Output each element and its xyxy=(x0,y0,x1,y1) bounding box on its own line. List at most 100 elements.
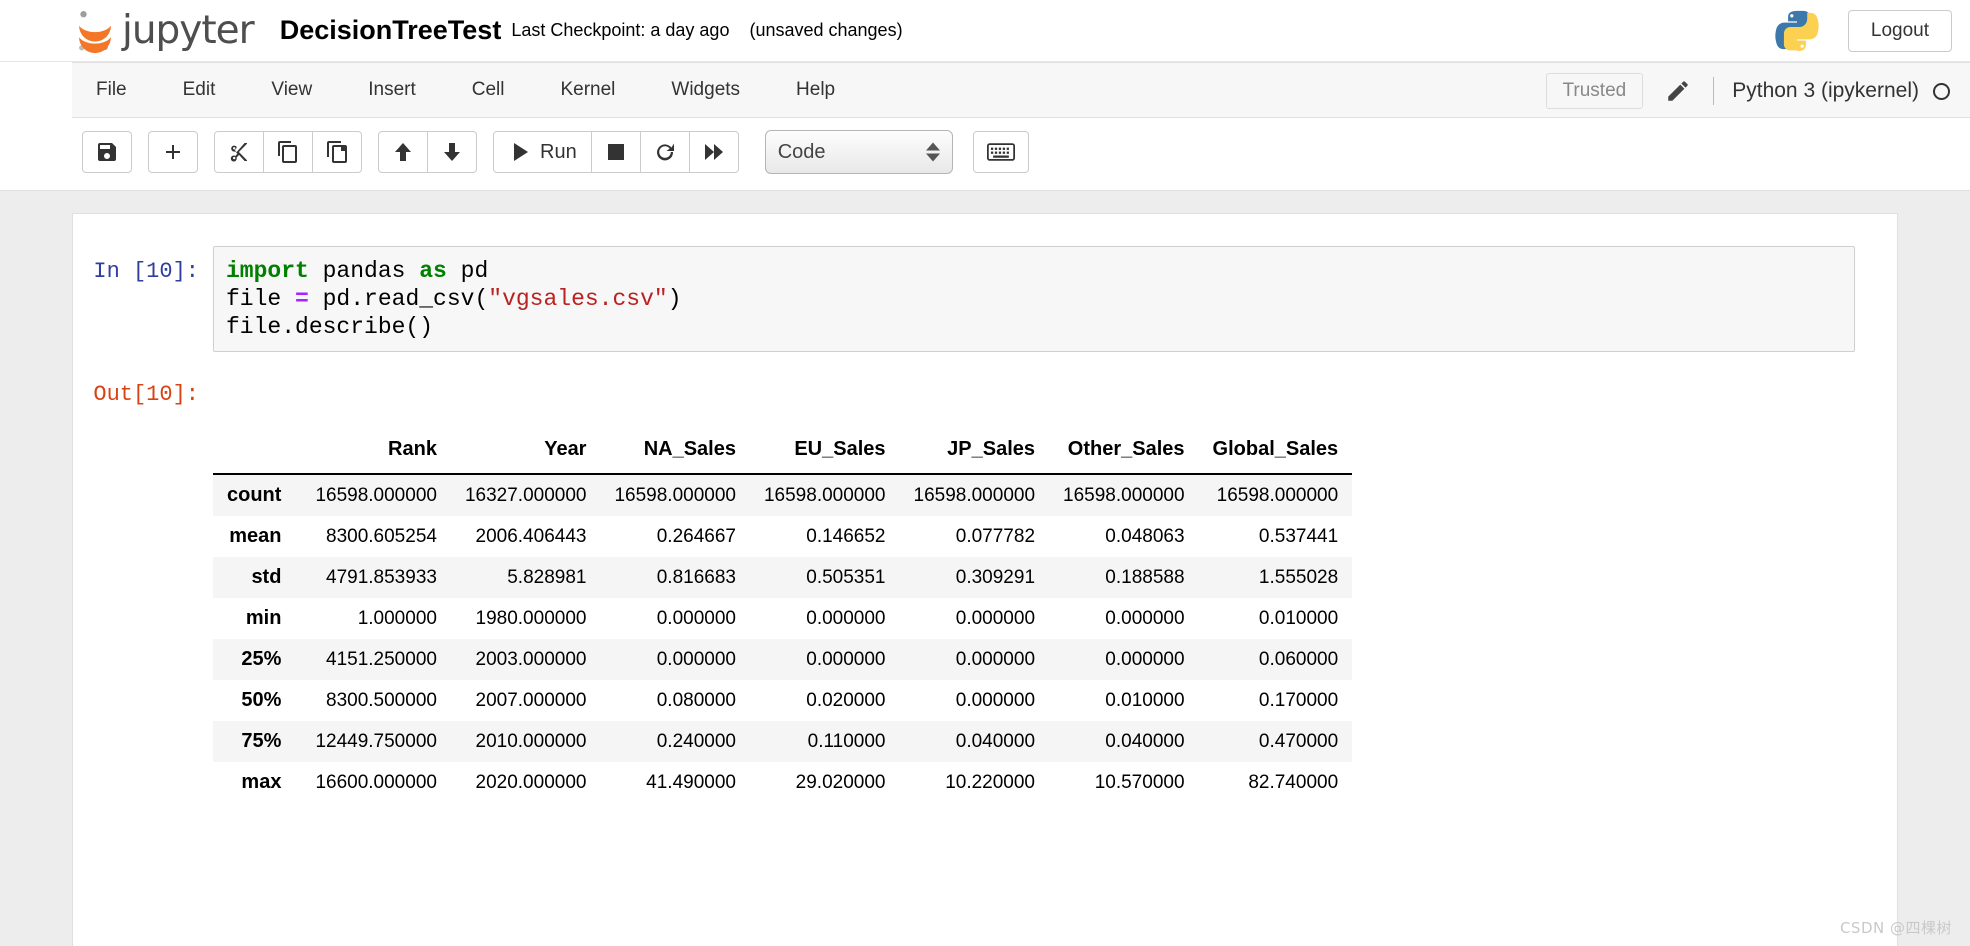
paste-icon xyxy=(327,141,347,163)
jupyter-wordmark: jupyter xyxy=(122,8,255,53)
insert-cell-below-button[interactable] xyxy=(148,131,198,173)
notebook-background: In [10]: import pandas as pd file = pd.r… xyxy=(0,191,1970,946)
cell: 16598.000000 xyxy=(913,484,1036,506)
cell-type-value: Code xyxy=(777,140,826,163)
cell: 10.220000 xyxy=(945,771,1036,793)
cell: 0.010000 xyxy=(1105,689,1185,711)
row-label: min xyxy=(245,607,282,630)
cut-cell-button[interactable] xyxy=(214,131,264,173)
toolbar-group-move xyxy=(378,131,477,173)
cell: 1980.000000 xyxy=(475,607,587,629)
cell: 5.828981 xyxy=(507,566,587,588)
table-corner-header xyxy=(213,429,296,476)
cell: 0.020000 xyxy=(806,689,886,711)
row-label: max xyxy=(241,771,282,794)
header-right-controls: Logout xyxy=(1774,0,1952,62)
cell: 0.537441 xyxy=(1258,525,1339,547)
restart-circular-arrow-icon xyxy=(656,143,674,161)
cell: 29.020000 xyxy=(795,771,886,793)
table-row: min 1.000000 1980.000000 0.000000 0.0000… xyxy=(213,598,1353,640)
cell: 0.816683 xyxy=(656,566,736,588)
cell: 41.490000 xyxy=(646,771,736,793)
menu-file[interactable]: File xyxy=(72,62,155,118)
cell: 0.470000 xyxy=(1258,730,1339,752)
column-header-na-sales: NA_Sales xyxy=(600,429,750,476)
table-row: std 4791.853933 5.828981 0.816683 0.5053… xyxy=(213,557,1353,599)
code-cell[interactable]: In [10]: import pandas as pd file = pd.r… xyxy=(73,246,1897,353)
row-label: std xyxy=(251,566,282,589)
arrow-down-icon xyxy=(444,143,460,161)
jupyter-logo-icon xyxy=(79,10,111,53)
row-label: 75% xyxy=(241,730,282,753)
table-header-row: Rank Year NA_Sales EU_Sales JP_Sales Oth… xyxy=(213,429,1353,476)
cell: 0.000000 xyxy=(806,648,886,670)
cell: 0.040000 xyxy=(1105,730,1185,752)
cell: 0.000000 xyxy=(955,607,1036,629)
save-button[interactable] xyxy=(82,131,132,173)
chevron-updown-icon xyxy=(925,142,940,162)
toolbar-group-save xyxy=(82,131,132,173)
kernel-idle-circle-icon xyxy=(1933,82,1950,100)
cell: 12449.750000 xyxy=(315,730,437,752)
table-row: 25% 4151.250000 2003.000000 0.000000 0.0… xyxy=(213,639,1353,681)
row-label: 50% xyxy=(241,689,282,712)
code-line-1: import pandas as pd xyxy=(226,258,489,284)
logout-button[interactable]: Logout xyxy=(1847,9,1952,53)
cell: 2007.000000 xyxy=(475,689,587,711)
unsaved-changes-status: (unsaved changes) xyxy=(749,20,903,40)
code-line-2: file = pd.read_csv("vgsales.csv") xyxy=(226,286,682,313)
cell: 0.110000 xyxy=(807,730,886,752)
toolbar-group-insert xyxy=(148,131,198,173)
cell: 0.000000 xyxy=(656,648,736,670)
paste-cell-button[interactable] xyxy=(312,131,362,173)
run-button[interactable]: Run xyxy=(493,131,592,173)
menu-view[interactable]: View xyxy=(243,62,340,118)
row-label: 25% xyxy=(241,648,282,671)
table-row: max 16600.000000 2020.000000 41.490000 2… xyxy=(213,762,1353,804)
restart-and-run-all-button[interactable] xyxy=(688,131,739,173)
output-prompt: Out[10]: xyxy=(93,382,199,408)
menu-kernel[interactable]: Kernel xyxy=(532,62,643,118)
cell: 2020.000000 xyxy=(475,771,587,793)
notebook-title[interactable]: DecisionTreeTest xyxy=(280,15,502,46)
menu-widgets[interactable]: Widgets xyxy=(643,62,768,118)
menubar: File Edit View Insert Cell Kernel Widget… xyxy=(72,62,1970,118)
cell: 0.080000 xyxy=(656,689,736,711)
run-button-label: Run xyxy=(540,140,577,163)
cell: 2006.406443 xyxy=(475,525,587,547)
copy-icon xyxy=(278,141,297,163)
cell: 0.188588 xyxy=(1105,566,1185,588)
menu-edit[interactable]: Edit xyxy=(155,62,244,118)
pencil-icon[interactable] xyxy=(1665,78,1691,104)
command-palette-button[interactable] xyxy=(972,131,1029,173)
jupyter-logo[interactable]: jupyter xyxy=(72,8,255,54)
fast-forward-icon xyxy=(704,144,723,160)
cell: 0.000000 xyxy=(1105,607,1185,629)
cell: 8300.605254 xyxy=(326,525,437,547)
kernel-separator xyxy=(1713,77,1715,105)
toolbar-group-clipboard xyxy=(214,131,362,173)
move-cell-up-button[interactable] xyxy=(378,131,428,173)
move-cell-down-button[interactable] xyxy=(427,131,477,173)
input-prompt: In [10]: xyxy=(93,259,199,284)
cell: 0.505351 xyxy=(806,566,886,588)
kernel-name-label: Python 3 (ipykernel) xyxy=(1732,79,1919,102)
cell: 8300.500000 xyxy=(326,689,437,711)
toolbar: Run Code xyxy=(72,130,1970,174)
code-editor[interactable]: import pandas as pd file = pd.read_csv("… xyxy=(213,246,1855,353)
restart-kernel-button[interactable] xyxy=(639,131,690,173)
cell: 10.570000 xyxy=(1094,771,1185,793)
cell: 0.146652 xyxy=(806,525,886,547)
menu-insert[interactable]: Insert xyxy=(340,62,444,118)
toolbar-container: Run Code xyxy=(0,118,1970,191)
menu-cell[interactable]: Cell xyxy=(444,62,533,118)
cell-type-select[interactable]: Code xyxy=(764,130,953,174)
table-row: 50% 8300.500000 2007.000000 0.080000 0.0… xyxy=(213,680,1353,722)
menu-help[interactable]: Help xyxy=(768,62,863,118)
trusted-badge: Trusted xyxy=(1545,73,1644,109)
interrupt-kernel-button[interactable] xyxy=(590,131,641,173)
cell: 0.000000 xyxy=(1105,648,1185,670)
cell: 0.077782 xyxy=(955,525,1036,547)
copy-cell-button[interactable] xyxy=(263,131,313,173)
cell: 0.309291 xyxy=(955,566,1036,588)
